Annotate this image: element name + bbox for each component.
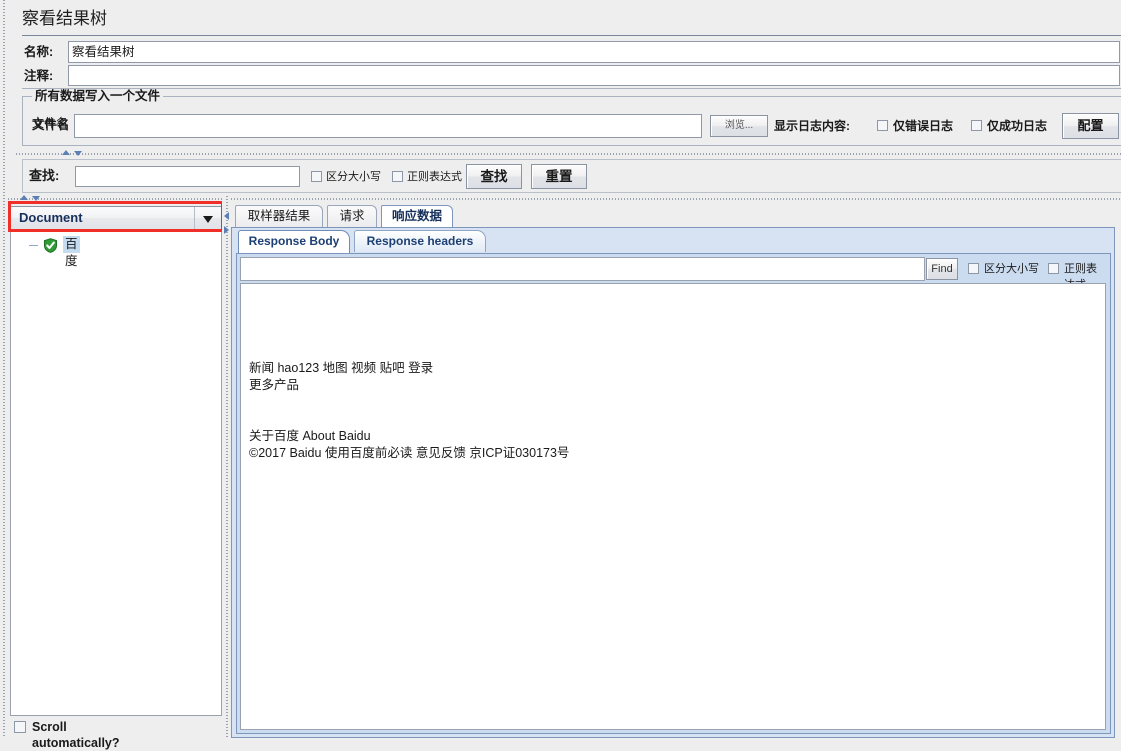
splitter-mid-right[interactable] xyxy=(231,194,1121,203)
group-border-right xyxy=(150,96,1121,97)
response-body-line: ©2017 Baidu 使用百度前必读 意见反馈 京ICP证030173号 xyxy=(249,445,1105,462)
response-body-content[interactable]: 新闻 hao123 地图 视频 贴吧 登录 更多产品 关于百度 About Ba… xyxy=(240,283,1106,730)
sampler-detail-pane: 取样器结果 请求 响应数据 Response Body Response hea… xyxy=(231,205,1121,738)
response-case-sensitive-checkbox[interactable] xyxy=(968,263,979,274)
splitter-vertical[interactable] xyxy=(222,196,231,738)
response-case-sensitive-label: 区分大小写 xyxy=(984,261,1039,277)
splitter-collapse-up-icon xyxy=(62,150,70,155)
reset-button[interactable]: 重置 xyxy=(531,164,587,189)
name-input[interactable]: 察看结果树 xyxy=(68,41,1120,63)
splitter-mid-up-icon xyxy=(20,195,28,200)
scroll-automatically-checkbox[interactable] xyxy=(14,721,26,733)
chevron-down-icon[interactable] xyxy=(194,207,221,229)
comment-input[interactable] xyxy=(68,65,1120,86)
subtab-response-headers[interactable]: Response headers xyxy=(354,230,486,252)
search-label: 查找: xyxy=(29,165,59,187)
green-shield-check-icon xyxy=(43,238,58,253)
results-tree[interactable]: 百度 xyxy=(10,232,222,716)
search-regex-label: 正则表达式 xyxy=(407,169,462,185)
scroll-automatically-label: Scroll automatically? xyxy=(32,719,120,751)
top-config-panel: 察看结果树 名称: 察看结果树 注释: 所有数据写入一个文件 文件名 文件名 浏… xyxy=(8,0,1121,196)
group-border-left xyxy=(22,96,32,97)
name-label: 名称: xyxy=(24,41,53,63)
errors-only-checkbox[interactable] xyxy=(877,120,888,131)
search-input[interactable] xyxy=(75,166,300,187)
comment-label: 注释: xyxy=(24,65,53,87)
response-find-bar: Find 区分大小写 正则表达式 xyxy=(240,257,1106,281)
log-display-label: 显示日志内容: xyxy=(774,116,850,136)
configure-button[interactable]: 配置 xyxy=(1062,113,1119,139)
search-case-sensitive-label: 区分大小写 xyxy=(326,169,381,185)
write-all-data-group-legend: 所有数据写入一个文件 xyxy=(32,89,163,104)
response-body-panel: Find 区分大小写 正则表达式 新闻 hao123 地图 视频 贴吧 登录 更… xyxy=(236,253,1111,734)
find-button[interactable]: Find xyxy=(926,258,958,280)
comment-row: 注释: xyxy=(22,65,1121,87)
response-body-line xyxy=(249,394,1105,411)
tree-node-label: 百度 xyxy=(63,236,80,253)
page-title: 察看结果树 xyxy=(22,6,1121,32)
splitter-collapse-right-icon xyxy=(224,226,229,234)
response-body-line xyxy=(249,411,1105,428)
response-subtabstrip: Response Body Response headers xyxy=(238,230,738,253)
response-data-panel: Response Body Response headers Find 区分大小… xyxy=(231,227,1115,738)
render-format-value: Document xyxy=(19,207,83,229)
filename-input[interactable] xyxy=(74,114,702,138)
response-find-input[interactable] xyxy=(240,257,925,281)
detail-tabstrip: 取样器结果 请求 响应数据 xyxy=(235,205,1115,228)
splitter-top[interactable] xyxy=(16,149,1121,158)
name-row: 名称: 察看结果树 xyxy=(22,41,1121,63)
tree-connector-icon xyxy=(29,245,38,246)
splitter-mid[interactable] xyxy=(8,194,222,203)
response-body-line: 关于百度 About Baidu xyxy=(249,428,1105,445)
tab-response-data[interactable]: 响应数据 xyxy=(381,205,453,228)
response-body-line: 新闻 hao123 地图 视频 贴吧 登录 xyxy=(249,360,1105,377)
response-body-line: 更多产品 xyxy=(249,377,1105,394)
splitter-collapse-down-icon xyxy=(74,151,82,156)
render-format-selector[interactable]: Document xyxy=(10,206,222,230)
browse-button[interactable]: 浏览... xyxy=(710,115,768,137)
search-toolbar: 查找: 区分大小写 正则表达式 查找 重置 xyxy=(22,159,1121,193)
window-left-rail xyxy=(0,0,8,738)
response-regex-checkbox[interactable] xyxy=(1048,263,1059,274)
search-case-sensitive-checkbox[interactable] xyxy=(311,171,322,182)
filename-label-text: 文件名 xyxy=(32,114,70,136)
success-only-label: 仅成功日志 xyxy=(987,117,1047,135)
tab-sampler-result[interactable]: 取样器结果 xyxy=(235,205,323,227)
errors-only-label: 仅错误日志 xyxy=(893,117,953,135)
subtab-response-body[interactable]: Response Body xyxy=(238,230,350,253)
comment-divider xyxy=(22,88,1121,89)
tab-request[interactable]: 请求 xyxy=(327,205,377,227)
splitter-mid-down-icon xyxy=(32,196,40,201)
splitter-collapse-left-icon xyxy=(224,212,229,220)
search-regex-checkbox[interactable] xyxy=(392,171,403,182)
search-button[interactable]: 查找 xyxy=(466,164,522,189)
success-only-checkbox[interactable] xyxy=(971,120,982,131)
title-divider xyxy=(22,35,1121,36)
